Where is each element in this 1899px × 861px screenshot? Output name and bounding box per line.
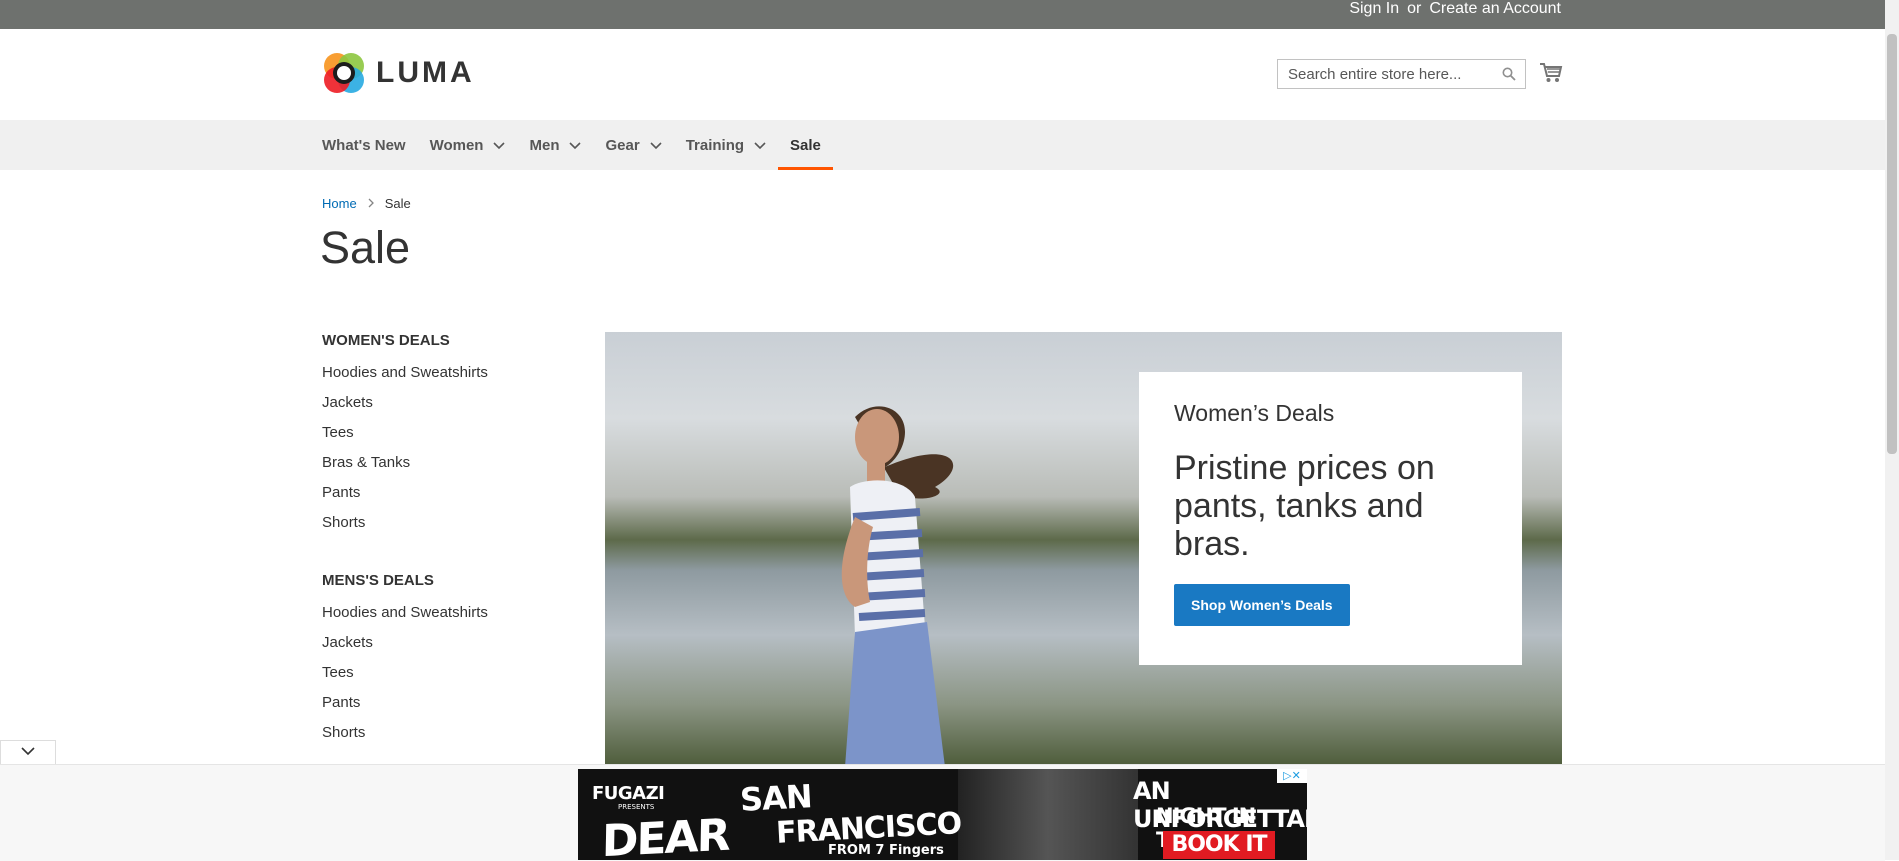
nav-item-gear[interactable]: Gear bbox=[593, 120, 673, 170]
nav-label: What's New bbox=[322, 136, 406, 154]
ad-close-icon[interactable]: ▷✕ bbox=[1277, 769, 1307, 783]
chevron-down-icon bbox=[569, 137, 582, 154]
create-account-link[interactable]: Create an Account bbox=[1429, 0, 1561, 18]
page-scrollbar[interactable] bbox=[1885, 0, 1899, 860]
sidebar-link[interactable]: Bras & Tanks bbox=[322, 448, 542, 478]
sidebar-link[interactable]: Jackets bbox=[322, 388, 542, 418]
sign-in-link[interactable]: Sign In bbox=[1349, 0, 1399, 18]
sidebar-link[interactable]: Tees bbox=[322, 658, 542, 688]
ad-photo bbox=[958, 769, 1138, 860]
ad-subtitle: FROM 7 Fingers bbox=[828, 843, 944, 858]
page-header: LUMA bbox=[0, 29, 1885, 120]
promo-headline: Pristine prices on pants, tanks and bras… bbox=[1174, 449, 1435, 563]
chevron-right-icon bbox=[367, 196, 375, 211]
nav-item-training[interactable]: Training bbox=[674, 120, 778, 170]
sidebar-link[interactable]: Shorts bbox=[322, 508, 542, 538]
nav-label: Women bbox=[429, 136, 484, 154]
promo-card: Women’s Deals Pristine prices on pants, … bbox=[1139, 372, 1522, 665]
top-bar: Sign In or Create an Account bbox=[0, 0, 1885, 29]
nav-item-men[interactable]: Men bbox=[517, 120, 593, 170]
ad-collapse-toggle[interactable] bbox=[0, 740, 56, 764]
main-nav: What's New Women Men Gear Training Sale bbox=[0, 120, 1885, 170]
chevron-down-icon bbox=[754, 137, 766, 154]
mens-deals-heading: MENS'S DEALS bbox=[322, 572, 434, 589]
runner-image bbox=[841, 406, 954, 765]
logo-text: LUMA bbox=[376, 56, 475, 89]
sidebar-link[interactable]: Pants bbox=[322, 688, 542, 718]
nav-label: Gear bbox=[605, 136, 640, 154]
breadcrumb-current: Sale bbox=[384, 196, 411, 211]
cart-icon[interactable] bbox=[1539, 62, 1563, 89]
sidebar-link[interactable]: Shorts bbox=[322, 718, 542, 748]
mens-deals-list: Hoodies and Sweatshirts Jackets Tees Pan… bbox=[322, 598, 542, 748]
nav-label: Training bbox=[685, 136, 745, 154]
logo[interactable]: LUMA bbox=[322, 51, 475, 95]
ad-banner[interactable]: FUGAZI PRESENTS DEAR SAN FRANCISCO FROM … bbox=[578, 769, 1307, 860]
search-input[interactable] bbox=[1278, 60, 1498, 88]
sidebar: WOMEN'S DEALS Hoodies and Sweatshirts Ja… bbox=[322, 332, 542, 782]
sidebar-link[interactable]: Pants bbox=[322, 478, 542, 508]
ad-presents: PRESENTS bbox=[618, 803, 655, 811]
ad-book-button[interactable]: BOOK IT bbox=[1163, 831, 1275, 859]
nav-item-women[interactable]: Women bbox=[418, 120, 518, 170]
ad-title-dear: DEAR bbox=[601, 809, 730, 860]
luma-logo-icon bbox=[324, 53, 364, 93]
nav-item-sale[interactable]: Sale bbox=[778, 120, 833, 170]
header-links: Sign In or Create an Account bbox=[1349, 0, 1561, 18]
breadcrumb: Home Sale bbox=[322, 196, 411, 211]
promo-kicker: Women’s Deals bbox=[1174, 400, 1335, 426]
sidebar-link[interactable]: Tees bbox=[322, 418, 542, 448]
page-title: Sale bbox=[320, 222, 411, 273]
nav-label: Men bbox=[529, 136, 560, 154]
chevron-down-icon bbox=[493, 137, 506, 154]
sidebar-link[interactable]: Hoodies and Sweatshirts bbox=[322, 358, 542, 388]
womens-deals-heading: WOMEN'S DEALS bbox=[322, 332, 450, 349]
ad-title-san: SAN bbox=[739, 777, 813, 819]
sidebar-link[interactable]: Jackets bbox=[322, 628, 542, 658]
womens-deals-list: Hoodies and Sweatshirts Jackets Tees Bra… bbox=[322, 358, 542, 538]
hero-banner[interactable]: Women’s Deals Pristine prices on pants, … bbox=[605, 332, 1562, 765]
scrollbar-thumb[interactable] bbox=[1887, 34, 1897, 454]
search-icon[interactable] bbox=[1502, 67, 1516, 86]
chevron-down-icon bbox=[650, 137, 662, 154]
ad-brand: FUGAZI bbox=[592, 783, 665, 804]
sidebar-link[interactable]: Hoodies and Sweatshirts bbox=[322, 598, 542, 628]
or-text: or bbox=[1407, 0, 1422, 17]
chevron-down-icon bbox=[21, 747, 35, 756]
nav-label: Sale bbox=[790, 136, 821, 154]
shop-womens-deals-button[interactable]: Shop Women’s Deals bbox=[1174, 584, 1350, 626]
breadcrumb-home-link[interactable]: Home bbox=[322, 196, 357, 211]
nav-item-whats-new[interactable]: What's New bbox=[322, 120, 418, 170]
search-box bbox=[1277, 59, 1526, 89]
